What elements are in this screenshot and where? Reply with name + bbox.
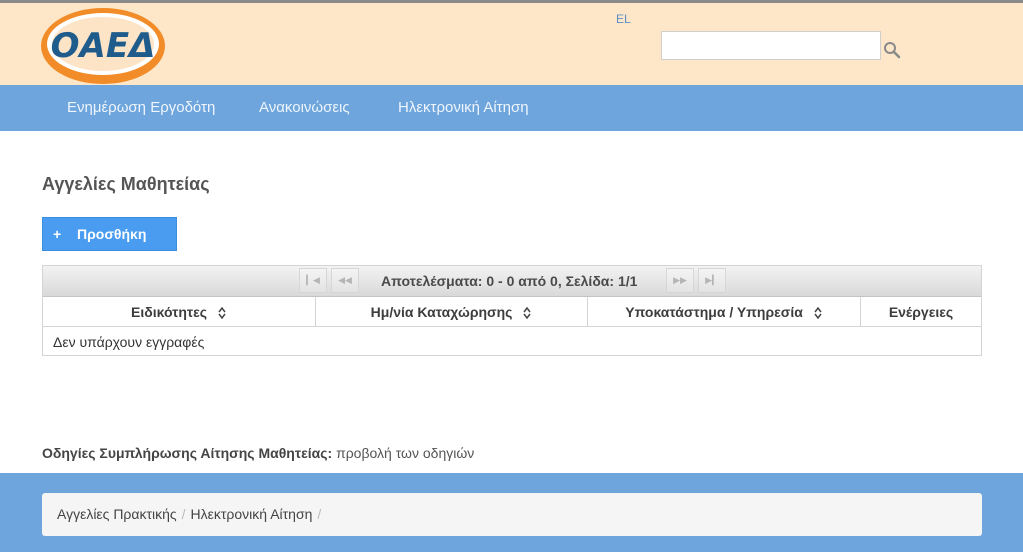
breadcrumb-item-electronic-application[interactable]: Ηλεκτρονική Αίτηση [191, 506, 313, 522]
column-header-registration-date[interactable]: Ημ/νία Καταχώρησης [316, 297, 588, 327]
page-title: Αγγελίες Μαθητείας [42, 174, 210, 194]
column-label: Υποκατάστημα / Υπηρεσία [625, 304, 803, 320]
sort-icon [814, 307, 822, 320]
main-nav: Ενημέρωση Εργοδότη Ανακοινώσεις Ηλεκτρον… [0, 85, 1023, 131]
add-button-label: Προσθήκη [77, 226, 147, 242]
sort-icon [523, 307, 531, 320]
first-page-icon[interactable]: ▎◀ [299, 268, 327, 293]
empty-message: Δεν υπάρχουν εγγραφές [53, 334, 205, 350]
column-header-branch-service[interactable]: Υποκατάστημα / Υπηρεσία [588, 297, 861, 327]
site-header: ΟΑΕΔ EL [0, 3, 1023, 85]
breadcrumb: Αγγελίες Πρακτικής / Ηλεκτρονική Αίτηση / [42, 493, 982, 536]
breadcrumb-separator: / [181, 506, 186, 522]
search-button[interactable] [883, 41, 901, 59]
nav-item-electronic-application[interactable]: Ηλεκτρονική Αίτηση [398, 85, 529, 131]
instructions-link[interactable]: προβολή των οδηγιών [336, 445, 474, 461]
oaed-logo[interactable]: ΟΑΕΔ [40, 6, 168, 86]
logo-text: ΟΑΕΔ [51, 26, 156, 66]
column-label: Ενέργειες [888, 304, 954, 320]
instructions-label: Οδηγίες Συμπλήρωσης Αίτησης Μαθητείας: [42, 445, 333, 461]
pager-status: Αποτελέσματα: 0 - 0 από 0, Σελίδα: 1/1 [381, 273, 638, 289]
next-page-icon[interactable]: ▶▶ [666, 268, 694, 293]
search-icon [884, 42, 901, 59]
plus-icon: + [53, 226, 62, 242]
search-input[interactable] [661, 31, 881, 60]
site-footer: Αγγελίες Πρακτικής / Ηλεκτρονική Αίτηση / [0, 473, 1023, 552]
sort-icon [218, 307, 226, 320]
last-page-icon[interactable]: ▶▎ [698, 268, 726, 293]
column-label: Ειδικότητες [131, 304, 208, 320]
nav-item-employer-info[interactable]: Ενημέρωση Εργοδότη [67, 85, 215, 131]
instructions-line: Οδηγίες Συμπλήρωσης Αίτησης Μαθητείας: π… [42, 445, 474, 461]
grid-pager: ▎◀ ◀◀ Αποτελέσματα: 0 - 0 από 0, Σελίδα:… [43, 266, 981, 297]
column-header-specialties[interactable]: Ειδικότητες [43, 297, 316, 327]
language-selector[interactable]: EL [616, 12, 631, 26]
add-button[interactable]: + Προσθήκη [42, 217, 177, 251]
listings-grid: ▎◀ ◀◀ Αποτελέσματα: 0 - 0 από 0, Σελίδα:… [42, 265, 982, 356]
column-header-actions: Ενέργειες [861, 297, 981, 327]
prev-page-icon[interactable]: ◀◀ [331, 268, 359, 293]
breadcrumb-separator: / [317, 506, 322, 522]
breadcrumb-item-internship-listings[interactable]: Αγγελίες Πρακτικής [57, 506, 177, 522]
nav-item-announcements[interactable]: Ανακοινώσεις [259, 85, 350, 131]
logo-graphic: ΟΑΕΔ [41, 8, 165, 84]
column-label: Ημ/νία Καταχώρησης [370, 304, 513, 320]
